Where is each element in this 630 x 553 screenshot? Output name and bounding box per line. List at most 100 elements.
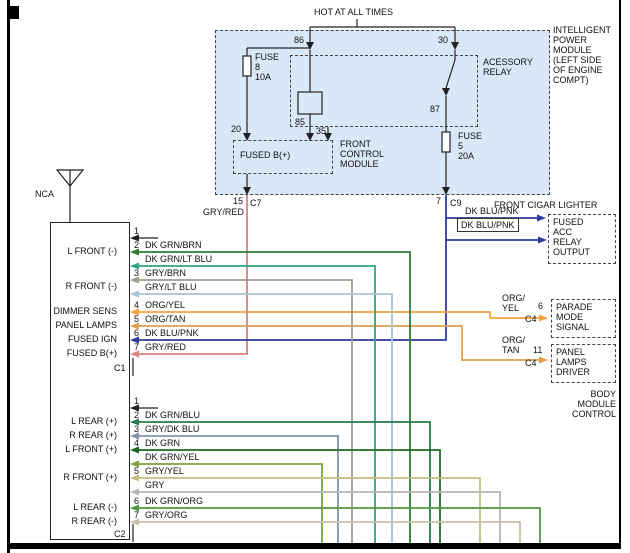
fused-acc-line: FUSED	[553, 217, 590, 227]
relay-pin-87: 87	[430, 104, 440, 114]
pin-number: 1	[134, 226, 139, 236]
pin-number: 3	[134, 424, 139, 434]
fused-acc-relay-output-caption: FUSED ACC RELAY OUTPUT	[553, 217, 590, 257]
pin-number: 3	[134, 268, 139, 278]
fcm-pin-20: 20	[231, 124, 241, 134]
panel-line: PANEL	[556, 347, 590, 357]
pin-number: 4	[134, 300, 139, 310]
dk-blu-pnk-label-1: DK BLU/PNK	[465, 206, 519, 216]
relay-coil-symbol	[298, 92, 322, 114]
pin-number: 6	[134, 328, 139, 338]
frame-right-line	[619, 0, 621, 549]
fuse-8-symbol	[243, 56, 251, 76]
c7-pin-number: 15	[233, 196, 243, 206]
gry-red-wire-label: GRY/RED	[203, 207, 244, 217]
fuse-5-line: 20A	[458, 151, 482, 161]
fused-acc-line: RELAY	[553, 237, 590, 247]
relay-pin-30: 30	[438, 35, 448, 45]
panel-line: LAMPS	[556, 357, 590, 367]
pin-number: 5	[134, 466, 139, 476]
panel-lamps-driver-caption: PANEL LAMPS DRIVER	[556, 347, 590, 377]
frame-bottom-bar	[7, 543, 621, 549]
body-module-control-caption: BODY MODULE CONTROL	[572, 389, 616, 419]
org-tan-line: ORG/	[502, 335, 525, 345]
ipm-caption-line: (LEFT SIDE	[553, 55, 611, 65]
pin-number: 4	[134, 438, 139, 448]
wire-name-label: DK GRN/BRN	[145, 240, 202, 250]
wire-name-label: GRY	[145, 480, 164, 490]
fuse-8-line: FUSE	[255, 52, 279, 62]
wire-name-label: GRY/ORG	[145, 510, 187, 520]
front-control-module-caption: FRONT CONTROL MODULE	[340, 139, 384, 169]
parade-mode-signal-caption: PARADE MODE SIGNAL	[556, 302, 592, 332]
body-caption-line: CONTROL	[572, 409, 616, 419]
pin-function-label: FUSED B(+)	[45, 348, 117, 358]
c9-pin-number: 7	[436, 196, 441, 206]
relay-switch-blade	[446, 60, 455, 88]
c2-connector-label: C2	[114, 529, 126, 539]
wire-org-yel	[138, 312, 539, 318]
org-tan-wire-label: ORG/ TAN	[502, 335, 525, 355]
pin-number: 1	[134, 396, 139, 406]
parade-pin-number: 6	[538, 301, 543, 311]
fuse-5-line: FUSE	[458, 131, 482, 141]
pin-function-label: FUSED IGN	[45, 334, 117, 344]
antenna-icon	[57, 170, 83, 222]
org-tan-line: TAN	[502, 345, 525, 355]
pin-function-label: L FRONT (-)	[45, 246, 117, 256]
wire-name-label: DK GRN/BLU	[145, 410, 200, 420]
wire-name-label: DK GRN/YEL	[145, 452, 200, 462]
pin-function-label: R REAR (-)	[45, 516, 117, 526]
pin-number: 2	[134, 240, 139, 250]
fused-acc-line: ACC	[553, 227, 590, 237]
org-yel-line: ORG/	[502, 293, 525, 303]
wire-name-label: ORG/YEL	[145, 300, 185, 310]
fuse-8-line: 10A	[255, 72, 279, 82]
parade-line: MODE	[556, 312, 592, 322]
parade-line: SIGNAL	[556, 322, 592, 332]
pin-function-label: R REAR (+)	[45, 430, 117, 440]
fcm-caption-line: CONTROL	[340, 149, 384, 159]
ipm-caption-line: COMPT)	[553, 75, 611, 85]
c1-connector-label: C1	[114, 363, 126, 373]
wire-name-label: GRY/RED	[145, 342, 186, 352]
panel-pin-number: 11	[533, 345, 542, 355]
c9-connector-label: C9	[450, 198, 462, 208]
wire-name-label: GRY/BRN	[145, 268, 186, 278]
fuse-8-line: 8	[255, 62, 279, 72]
panel-connector-label: C4	[525, 358, 537, 368]
wire-name-label: DK BLU/PNK	[145, 328, 199, 338]
frame-corner-mark	[7, 6, 19, 19]
fuse-5-line: 5	[458, 141, 482, 151]
pin-number: 5	[134, 314, 139, 324]
hot-at-all-times-label: HOT AT ALL TIMES	[314, 7, 393, 17]
fcm-caption-line: FRONT	[340, 139, 384, 149]
fuse-5-label: FUSE 5 20A	[458, 131, 482, 161]
ipm-caption-line: OF ENGINE	[553, 65, 611, 75]
accessory-relay-label: ACESSORY RELAY	[483, 57, 533, 77]
accessory-relay-line: RELAY	[483, 67, 533, 77]
wire-name-label: DK GRN	[145, 438, 180, 448]
wire-name-label: GRY/LT BLU	[145, 282, 197, 292]
wire-name-label: ORG/TAN	[145, 314, 185, 324]
relay-pin-86: 86	[294, 35, 304, 45]
fuse-5-symbol	[442, 132, 450, 152]
pin-number: 7	[134, 510, 139, 520]
panel-line: DRIVER	[556, 367, 590, 377]
parade-line: PARADE	[556, 302, 592, 312]
relay-pin-85: 85	[295, 117, 305, 127]
pin-function-label: R FRONT (-)	[45, 281, 117, 291]
pin-number: 6	[134, 496, 139, 506]
pin-function-label: L REAR (+)	[45, 416, 117, 426]
dk-blu-pnk-label-2: DK BLU/PNK	[457, 218, 519, 232]
pin-function-label: L FRONT (+)	[45, 444, 117, 454]
pin-function-label: DIMMER SENS	[45, 306, 117, 316]
org-yel-line: YEL	[502, 303, 525, 313]
wire-name-label: DK GRN/LT BLU	[145, 254, 212, 264]
ipm-caption-line: POWER	[553, 35, 611, 45]
wire-dk-grn-blu	[138, 422, 430, 546]
wire-layer	[0, 0, 630, 553]
wire-name-label: DK GRN/ORG	[145, 496, 203, 506]
org-yel-wire-label: ORG/ YEL	[502, 293, 525, 313]
parade-connector-label: C4	[525, 314, 537, 324]
